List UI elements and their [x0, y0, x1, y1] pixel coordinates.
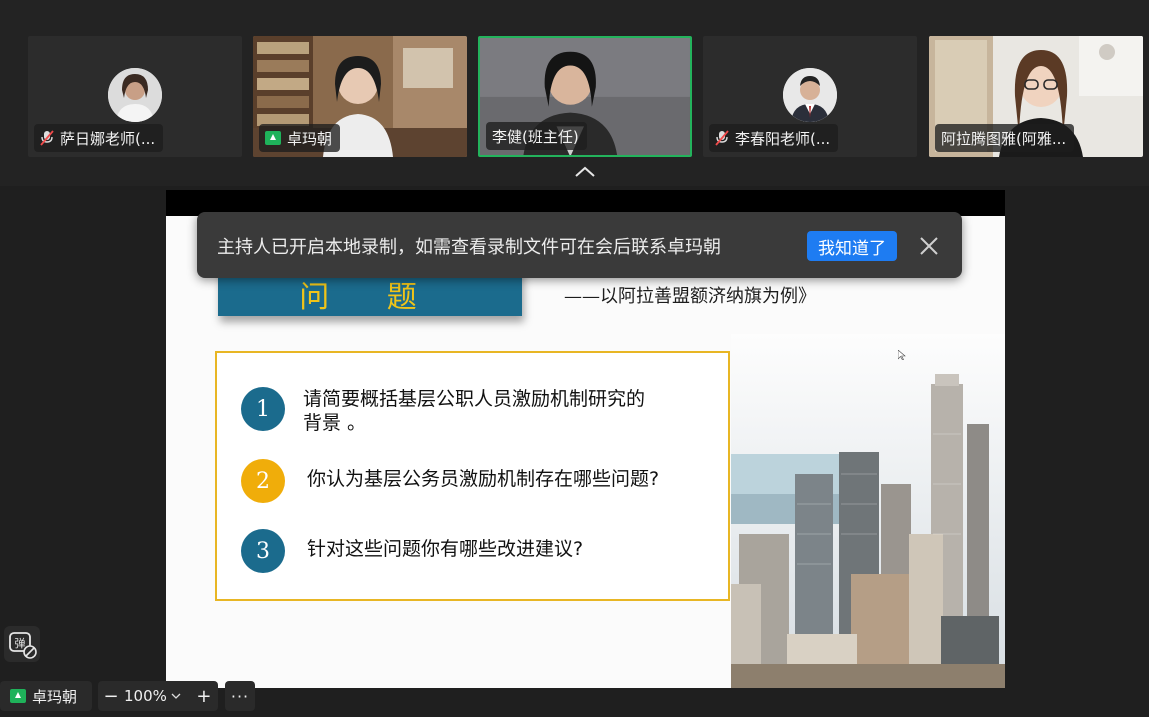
question-number: 3 — [241, 529, 285, 573]
participant-tile[interactable]: 卓玛朝 — [253, 36, 467, 157]
cursor-icon — [898, 350, 906, 360]
participant-name: 李春阳老师(... — [735, 129, 831, 148]
participant-name-bar: 卓玛朝 — [259, 124, 341, 152]
participant-name-bar: 萨日娜老师(... — [34, 124, 164, 152]
participant-tile[interactable]: 萨日娜老师(... — [28, 36, 242, 157]
chevron-down-icon — [171, 693, 181, 699]
sharer-name: 卓玛朝 — [32, 687, 78, 706]
question-text-line: 背景 。 — [303, 412, 367, 434]
question-number: 1 — [241, 387, 285, 431]
question-item: 1 请简要概括基层公职人员激励机制研究的 背景 。 — [241, 387, 645, 435]
mic-muted-icon — [715, 130, 729, 146]
slide-title: 问 题 — [299, 280, 441, 315]
participant-tile-active-speaker[interactable]: 李健(班主任) — [478, 36, 692, 157]
participant-name: 阿拉腾图雅(阿雅... — [941, 129, 1067, 148]
participant-strip: 萨日娜老师(... 卓玛朝 李健(班主任) 李春阳老师(... 阿拉腾图雅(阿雅… — [0, 0, 1149, 186]
question-item: 2 你认为基层公务员激励机制存在哪些问题? — [241, 459, 659, 503]
danmu-off-icon: 弹 — [9, 632, 37, 659]
question-text: 你认为基层公务员激励机制存在哪些问题? — [307, 468, 660, 490]
slide-subtitle: ——以阿拉善盟额济纳旗为例》 — [564, 286, 816, 307]
participant-name-bar: 李春阳老师(... — [709, 124, 839, 152]
screen-share-icon — [10, 689, 26, 703]
question-text: 针对这些问题你有哪些改进建议? — [307, 538, 584, 560]
zoom-level: 100% — [124, 687, 167, 705]
zoom-out-button[interactable]: − — [98, 686, 124, 707]
recording-notice: 主持人已开启本地录制，如需查看录制文件可在会后联系卓玛朝 我知道了 — [197, 212, 962, 278]
participant-tile[interactable]: 李春阳老师(... — [703, 36, 917, 157]
zoom-level-dropdown[interactable]: 100% — [124, 687, 181, 705]
recording-notice-text: 主持人已开启本地录制，如需查看录制文件可在会后联系卓玛朝 — [217, 237, 721, 258]
sharer-indicator[interactable]: 卓玛朝 — [0, 681, 92, 711]
close-icon[interactable] — [917, 234, 941, 258]
participant-name: 卓玛朝 — [287, 129, 333, 148]
participant-name-bar: 李健(班主任) — [486, 122, 587, 150]
city-skyline-image — [731, 334, 1005, 688]
more-options-button[interactable]: ··· — [225, 681, 255, 711]
danmu-toggle-button[interactable]: 弹 — [4, 626, 40, 662]
participant-tile[interactable]: 阿拉腾图雅(阿雅... — [929, 36, 1143, 157]
participant-name: 萨日娜老师(... — [60, 129, 156, 148]
acknowledge-button[interactable]: 我知道了 — [807, 231, 897, 261]
participant-name: 李健(班主任) — [492, 127, 579, 146]
svg-text:弹: 弹 — [15, 636, 26, 650]
presentation-slide: 问 题 ——以阿拉善盟额济纳旗为例》 1 请简要概括基层公职人员激励机制研究的 … — [166, 216, 1005, 688]
mic-muted-icon — [40, 130, 54, 146]
screen-share-icon — [265, 131, 281, 145]
avatar — [108, 68, 162, 122]
question-box: 1 请简要概括基层公职人员激励机制研究的 背景 。 2 你认为基层公务员激励机制… — [215, 351, 730, 601]
question-number: 2 — [241, 459, 285, 503]
participant-name-bar: 阿拉腾图雅(阿雅... — [935, 124, 1075, 152]
avatar — [783, 68, 837, 122]
question-item: 3 针对这些问题你有哪些改进建议? — [241, 529, 583, 573]
question-text: 请简要概括基层公职人员激励机制研究的 背景 。 — [303, 387, 645, 435]
zoom-control: − 100% + — [98, 681, 218, 711]
question-text-line: 请简要概括基层公职人员激励机制研究的 — [303, 388, 646, 410]
collapse-strip-icon[interactable] — [574, 165, 596, 179]
zoom-in-button[interactable]: + — [191, 686, 217, 707]
